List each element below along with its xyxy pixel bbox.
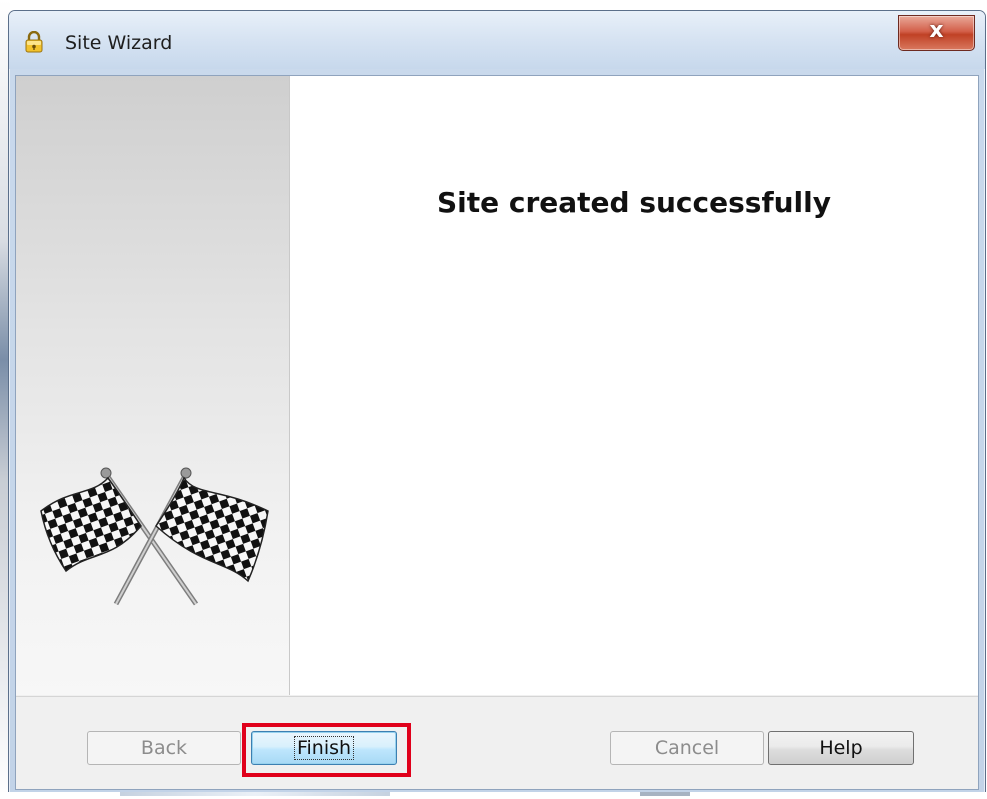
taskbar-fragment xyxy=(640,792,690,796)
side-panel xyxy=(16,76,290,695)
finish-highlight-box xyxy=(242,723,411,777)
wizard-body: Site created successfully Back Finish Ca… xyxy=(15,75,979,790)
close-button[interactable]: x xyxy=(898,15,975,51)
desktop-bottom-strip xyxy=(0,792,987,799)
content-area: Site created successfully xyxy=(290,76,978,695)
success-heading: Site created successfully xyxy=(436,186,832,219)
site-wizard-window: Site Wizard x Site created successfully … xyxy=(8,10,986,795)
taskbar-fragment xyxy=(120,792,390,796)
close-icon: x xyxy=(929,18,944,43)
title-bar[interactable]: Site Wizard x xyxy=(9,11,985,69)
window-title: Site Wizard xyxy=(65,32,173,54)
help-button[interactable]: Help xyxy=(768,731,914,765)
back-button[interactable]: Back xyxy=(87,731,241,765)
padlock-icon xyxy=(25,31,43,53)
cancel-button[interactable]: Cancel xyxy=(610,731,764,765)
button-bar: Back Finish Cancel Help xyxy=(16,696,978,789)
checkered-flags-icon xyxy=(40,467,269,606)
